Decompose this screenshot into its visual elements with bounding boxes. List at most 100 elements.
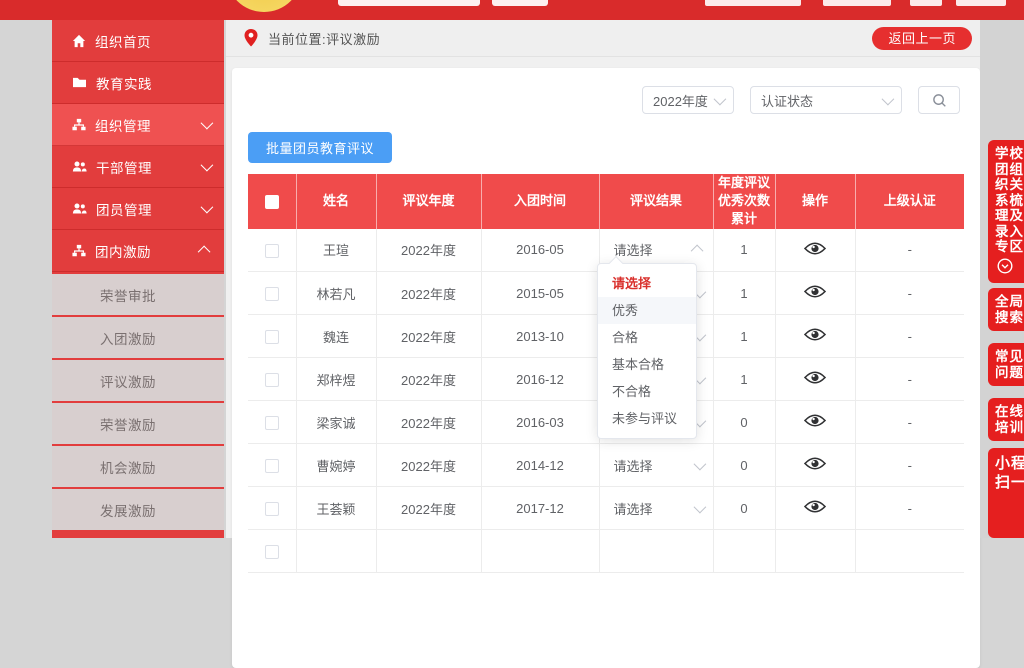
sidebar-item-member-management[interactable]: 团员管理 (52, 188, 224, 230)
table-row: 曹婉婷 2022年度 2014-12 请选择 0 - (248, 444, 964, 487)
chevron-down-icon (201, 117, 214, 130)
badge-text: 理及 (995, 208, 1024, 224)
row-checkbox[interactable] (265, 244, 279, 258)
submenu-item-honor-approval[interactable]: 荣誉审批 (52, 272, 224, 315)
result-select-value: 请选择 (614, 499, 653, 518)
year-select-value: 2022年度 (653, 91, 708, 110)
row-checkbox[interactable] (265, 502, 279, 516)
submenu-item-review-incentive[interactable]: 评议激励 (52, 358, 224, 401)
superior-cert: - (855, 229, 964, 272)
row-checkbox[interactable] (265, 330, 279, 344)
result-select[interactable]: 请选择 (600, 456, 713, 475)
sidebar-item-clipped[interactable] (52, 530, 224, 538)
view-eye-icon[interactable] (804, 456, 826, 471)
search-button[interactable] (918, 86, 960, 114)
excellent-count: 1 (713, 272, 775, 315)
sidebar-item-label: 团员管理 (96, 199, 201, 219)
member-name: 郑梓煜 (296, 358, 376, 401)
result-select[interactable]: 请选择 (600, 499, 713, 518)
chevron-up-icon (690, 245, 703, 258)
view-eye-icon[interactable] (804, 284, 826, 299)
join-date: 2017-12 (481, 487, 599, 530)
join-date: 2015-05 (481, 272, 599, 315)
chevron-down-icon (693, 457, 706, 470)
header-nav-item-clipped[interactable] (956, 0, 1006, 6)
submenu-item-honor-incentive[interactable]: 荣誉激励 (52, 401, 224, 444)
result-select-value: 请选择 (614, 240, 653, 259)
users-icon (72, 160, 87, 173)
chevron-down-icon (714, 92, 727, 105)
league-emblem-logo (226, 0, 302, 12)
dropdown-option-excellent[interactable]: 优秀 (598, 297, 696, 324)
site-title-clipped (338, 0, 480, 6)
header-nav-item-clipped[interactable] (705, 0, 801, 6)
excellent-count: 1 (713, 358, 775, 401)
col-excellent-count: 年度评议优秀次数累计 (713, 174, 775, 229)
col-name: 姓名 (296, 174, 376, 229)
badge-online-training[interactable]: 在线 培训 (988, 398, 1024, 441)
badge-global-search[interactable]: 全局 搜索 (988, 288, 1024, 331)
select-all-checkbox[interactable] (265, 195, 279, 209)
submenu-item-opportunity-incentive[interactable]: 机会激励 (52, 444, 224, 487)
header-nav-item-clipped[interactable] (910, 0, 942, 6)
view-eye-icon[interactable] (804, 327, 826, 342)
sidebar-item-education-practice[interactable]: 教育实践 (52, 62, 224, 104)
sidebar-item-org-home[interactable]: 组织首页 (52, 20, 224, 62)
year-select[interactable]: 2022年度 (642, 86, 734, 114)
submenu-item-label: 机会激励 (100, 457, 156, 477)
badge-mini-program-scan[interactable]: 小程序 扫一扫 (988, 448, 1024, 538)
view-eye-icon[interactable] (804, 413, 826, 428)
submenu-item-label: 评议激励 (100, 371, 156, 391)
header-nav-item-clipped[interactable] (823, 0, 891, 6)
member-name: 魏连 (296, 315, 376, 358)
badge-text: 在线 (995, 404, 1024, 420)
join-date: 2013-10 (481, 315, 599, 358)
badge-text: 系梳 (995, 193, 1024, 209)
row-checkbox[interactable] (265, 545, 279, 559)
row-checkbox[interactable] (265, 287, 279, 301)
sidebar-item-label: 组织管理 (95, 115, 201, 135)
join-date: 2016-12 (481, 358, 599, 401)
submenu-item-label: 荣誉审批 (100, 285, 156, 305)
badge-faq[interactable]: 常见 问题 (988, 343, 1024, 386)
submenu-item-join-incentive[interactable]: 入团激励 (52, 315, 224, 358)
submenu-item-label: 入团激励 (100, 328, 156, 348)
cert-status-select[interactable]: 认证状态 (750, 86, 902, 114)
view-eye-icon[interactable] (804, 499, 826, 514)
join-date: 2014-12 (481, 444, 599, 487)
result-select-value: 请选择 (614, 456, 653, 475)
sidebar-item-label: 团内激励 (95, 241, 201, 261)
sidebar-item-label: 组织首页 (95, 31, 210, 51)
dropdown-option-fail[interactable]: 不合格 (598, 378, 696, 405)
review-year: 2022年度 (376, 358, 481, 401)
badge-text: 织关 (995, 177, 1024, 193)
sidebar-item-internal-incentive[interactable]: 团内激励 (52, 230, 224, 272)
back-button[interactable]: 返回上一页 (872, 27, 972, 50)
row-checkbox[interactable] (265, 373, 279, 387)
sidebar-item-cadre-management[interactable]: 干部管理 (52, 146, 224, 188)
badge-text: 录入 (995, 224, 1024, 240)
dropdown-option-not-participated[interactable]: 未参与评议 (598, 405, 696, 432)
chevron-down-icon (882, 92, 895, 105)
member-name: 林若凡 (296, 272, 376, 315)
circle-chevron-down-icon (997, 258, 1013, 274)
sidebar-item-org-management[interactable]: 组织管理 (52, 104, 224, 146)
submenu-item-development-incentive[interactable]: 发展激励 (52, 487, 224, 530)
review-year: 2022年度 (376, 315, 481, 358)
row-checkbox[interactable] (265, 459, 279, 473)
dropdown-option-basic-pass[interactable]: 基本合格 (598, 351, 696, 378)
view-eye-icon[interactable] (804, 241, 826, 256)
col-superior-cert: 上级认证 (855, 174, 964, 229)
chevron-down-icon (693, 500, 706, 513)
badge-text: 搜索 (995, 310, 1024, 326)
col-review-year: 评议年度 (376, 174, 481, 229)
dropdown-option-placeholder[interactable]: 请选择 (598, 270, 696, 297)
review-year: 2022年度 (376, 401, 481, 444)
dropdown-option-pass[interactable]: 合格 (598, 324, 696, 351)
batch-review-button[interactable]: 批量团员教育评议 (248, 132, 392, 163)
col-actions: 操作 (775, 174, 855, 229)
table-row: 王荟颖 2022年度 2017-12 请选择 0 - (248, 487, 964, 530)
badge-school-org-entry[interactable]: 学校 团组 织关 系梳 理及 录入 专区 (988, 140, 1024, 283)
row-checkbox[interactable] (265, 416, 279, 430)
view-eye-icon[interactable] (804, 370, 826, 385)
